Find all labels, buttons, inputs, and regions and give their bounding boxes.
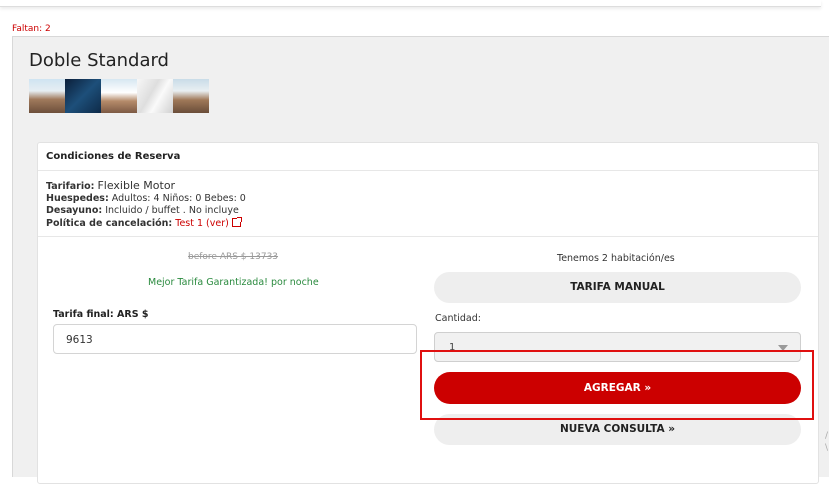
room-photo-thumb-1[interactable] bbox=[29, 79, 65, 113]
scroll-indicator: / \ bbox=[825, 431, 829, 453]
room-photo-thumb-3[interactable] bbox=[101, 79, 137, 113]
desayuno-value: Incluido / buffet . No incluye bbox=[105, 205, 239, 216]
cancelacion-link[interactable]: Test 1 (ver) bbox=[175, 218, 229, 229]
quantity-label: Cantidad: bbox=[435, 313, 481, 324]
card-title: Condiciones de Reserva bbox=[46, 151, 181, 162]
photo-gallery bbox=[29, 79, 209, 113]
huespedes-line: Huespedes: Adultos: 4 Niños: 0 Bebes: 0 bbox=[46, 193, 246, 204]
final-rate-input[interactable]: 9613 bbox=[53, 324, 417, 354]
desayuno-line: Desayuno: Incluido / buffet . No incluye bbox=[46, 205, 239, 216]
top-panel-edge bbox=[0, 0, 821, 7]
cancelacion-line: Política de cancelación: Test 1 (ver) bbox=[46, 217, 242, 229]
room-photo-thumb-5[interactable] bbox=[173, 79, 209, 113]
desayuno-label: Desayuno: bbox=[46, 205, 103, 216]
before-price: before ARS $ 13733 bbox=[188, 252, 279, 262]
card-divider bbox=[38, 236, 818, 237]
room-photo-thumb-4[interactable] bbox=[137, 79, 173, 113]
manual-rate-button[interactable]: TARIFA MANUAL bbox=[434, 272, 801, 303]
highlight-annotation-box bbox=[420, 350, 814, 420]
tarifario-line: Tarifario: Flexible Motor bbox=[46, 179, 175, 192]
room-photo-thumb-2[interactable] bbox=[65, 79, 101, 113]
huespedes-value: Adultos: 4 Niños: 0 Bebes: 0 bbox=[111, 193, 246, 204]
tarifario-label: Tarifario: bbox=[46, 181, 95, 192]
room-title: Doble Standard bbox=[29, 50, 169, 71]
best-rate-note: Mejor Tarifa Garantizada! por noche bbox=[148, 277, 319, 288]
cancelacion-label: Política de cancelación: bbox=[46, 218, 173, 229]
card-header: Condiciones de Reserva bbox=[38, 143, 818, 171]
external-link-icon[interactable] bbox=[231, 217, 242, 227]
availability-text: Tenemos 2 habitación/es bbox=[557, 253, 675, 264]
remaining-counter: Faltan: 2 bbox=[12, 24, 51, 34]
huespedes-label: Huespedes: bbox=[46, 193, 109, 204]
tarifario-value: Flexible Motor bbox=[97, 179, 176, 192]
final-rate-label: Tarifa final: ARS $ bbox=[53, 309, 149, 320]
